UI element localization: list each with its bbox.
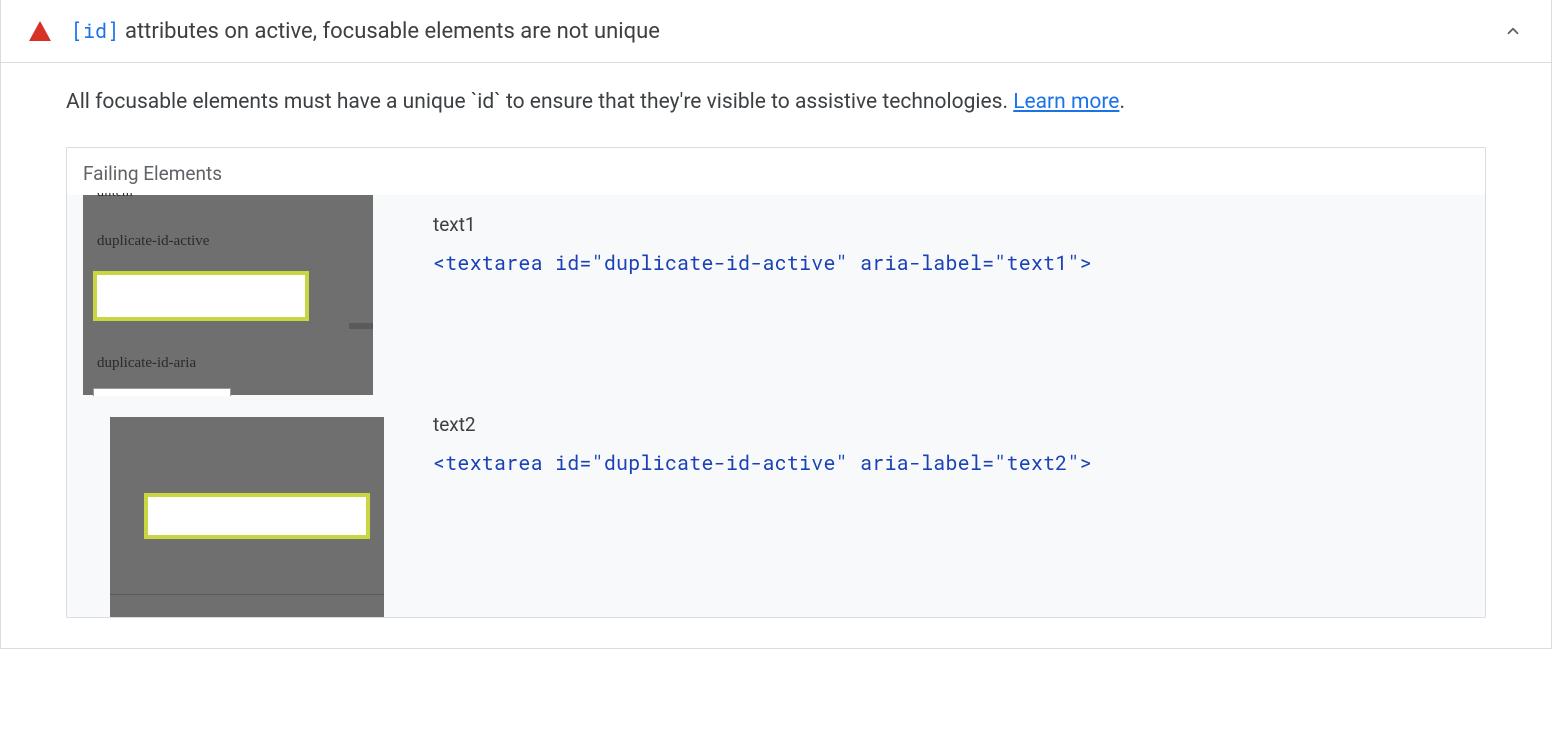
- audit-code-tag: [id]: [71, 18, 119, 44]
- element-detail: text2 <textarea id="duplicate-id-active"…: [407, 395, 1485, 488]
- audit-item: [id] attributes on active, focusable ele…: [0, 0, 1552, 649]
- audit-body: All focusable elements must have a uniqu…: [1, 63, 1551, 648]
- element-label: text1: [433, 213, 1465, 236]
- learn-more-link[interactable]: Learn more: [1013, 90, 1119, 114]
- thumb-text-line1: duplicate-id-active: [97, 233, 209, 250]
- failing-elements-list: dlitem duplicate-id-active duplicate-id-…: [67, 195, 1485, 617]
- element-label: text2: [433, 413, 1465, 436]
- element-thumbnail-cell: [67, 395, 407, 617]
- audit-header[interactable]: [id] attributes on active, focusable ele…: [1, 0, 1551, 63]
- failing-elements-box: Failing Elements dlitem duplicate-id-act…: [66, 147, 1486, 618]
- audit-title-text: attributes on active, focusable elements…: [125, 19, 660, 44]
- highlighted-element: [144, 493, 370, 539]
- element-thumbnail: [110, 417, 384, 617]
- chevron-up-icon[interactable]: [1503, 21, 1523, 41]
- thumb-text-line2: duplicate-id-aria: [97, 355, 196, 372]
- failing-elements-title: Failing Elements: [67, 148, 1485, 195]
- element-code: <textarea id="duplicate-id-active" aria-…: [433, 450, 1465, 476]
- element-detail: text1 <textarea id="duplicate-id-active"…: [407, 195, 1485, 288]
- highlighted-element: [93, 271, 309, 321]
- element-thumbnail-cell: dlitem duplicate-id-active duplicate-id-…: [67, 195, 407, 395]
- element-code: <textarea id="duplicate-id-active" aria-…: [433, 250, 1465, 276]
- audit-title: [id] attributes on active, focusable ele…: [71, 18, 1503, 44]
- element-thumbnail: dlitem duplicate-id-active duplicate-id-…: [83, 195, 373, 395]
- audit-description: All focusable elements must have a uniqu…: [66, 87, 1486, 119]
- thumb-text-cut: dlitem: [97, 193, 133, 203]
- failing-element-row[interactable]: text2 <textarea id="duplicate-id-active"…: [67, 395, 1485, 617]
- error-triangle-icon: [29, 21, 51, 41]
- failing-element-row[interactable]: dlitem duplicate-id-active duplicate-id-…: [67, 195, 1485, 395]
